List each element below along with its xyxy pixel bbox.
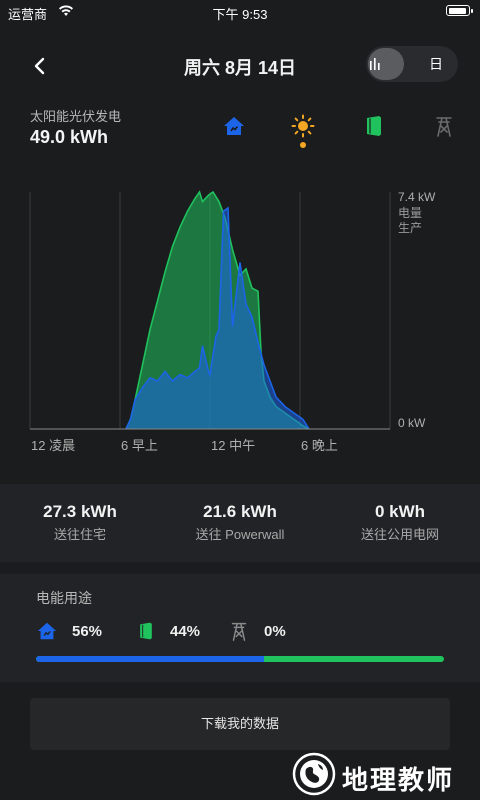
chart-view-button[interactable] xyxy=(368,48,404,80)
home-filter[interactable] xyxy=(222,114,246,138)
powerwall-filter[interactable] xyxy=(362,114,386,138)
usage-bar xyxy=(36,656,444,662)
usage-home: 56% xyxy=(36,618,102,644)
flow-value: 21.6 kWh xyxy=(203,502,277,521)
selected-indicator xyxy=(300,142,306,148)
solar-filter[interactable] xyxy=(291,114,315,138)
x-tick-label-2: 12 中午 xyxy=(211,438,255,453)
grid-tower-icon xyxy=(436,117,452,137)
download-data-button[interactable]: 下载我的数据 xyxy=(30,698,450,750)
y-axis-title-line-1: 生产 xyxy=(398,221,422,235)
y-axis-title-line-0: 电量 xyxy=(398,206,422,220)
house-icon xyxy=(224,117,244,135)
flow-label: 送往 Powerwall xyxy=(195,527,285,542)
usage-grid: 0% xyxy=(228,618,286,644)
y-tick-label-0: 7.4 kW xyxy=(398,190,436,204)
energy-flows: 27.3 kWh 送往住宅 21.6 kWh 送往 Powerwall 0 kW… xyxy=(0,484,480,562)
usage-bar-home-fill xyxy=(36,656,265,662)
usage-home-pct: 56% xyxy=(72,622,103,640)
x-tick-label-0: 12 凌晨 xyxy=(31,438,75,453)
flow-label: 送往住宅 xyxy=(53,527,106,542)
chart-canvas: 12 凌晨 6 早上 12 中午 6 晚上 7.4 kW 0 kW 电量生产 xyxy=(29,190,436,453)
usage-heading: 电能用途 xyxy=(36,590,92,606)
bar-chart-icon xyxy=(370,58,380,70)
source-selector xyxy=(0,114,480,150)
flow-grid: 0 kWh 送往公用电网 xyxy=(320,502,480,543)
grid-filter[interactable] xyxy=(432,114,456,138)
flow-powerwall: 21.6 kWh 送往 Powerwall xyxy=(160,502,320,543)
usage-powerwall-pct: 44% xyxy=(170,622,201,640)
x-tick-label-3: 6 晚上 xyxy=(301,438,338,453)
status-time: 下午 9:53 xyxy=(212,7,268,22)
solar-chart: 12 凌晨 6 早上 12 中午 6 晚上 7.4 kW 0 kW 电量 生产 xyxy=(0,180,480,460)
battery-icon xyxy=(446,5,473,16)
flow-value: 27.3 kWh xyxy=(43,502,117,521)
flow-home: 27.3 kWh 送往住宅 xyxy=(0,502,160,543)
usage-powerwall: 44% xyxy=(136,618,200,644)
usage-grid-pct: 0% xyxy=(264,622,286,640)
status-bar: 运营商 下午 9:53 xyxy=(0,0,480,24)
header: 周六 8月 14日 日 xyxy=(0,44,480,88)
y-tick-label-1: 0 kW xyxy=(398,416,426,430)
energy-usage: 电能用途 56% 44% 0% xyxy=(0,574,480,682)
watermark: 地理教师 xyxy=(292,750,478,798)
flow-label: 送往公用电网 xyxy=(360,527,439,542)
grid-tower-icon xyxy=(231,622,247,641)
sun-icon xyxy=(291,114,315,138)
x-tick-label-1: 6 早上 xyxy=(121,438,158,453)
watermark-text: 地理教师 xyxy=(342,765,455,795)
house-icon xyxy=(37,622,57,640)
day-view-button[interactable]: 日 xyxy=(418,48,454,80)
usage-items: 56% 44% 0% xyxy=(36,618,456,644)
globe-logo-icon xyxy=(292,752,336,796)
view-toggle: 日 xyxy=(366,46,458,82)
powerwall-icon xyxy=(140,622,152,640)
powerwall-icon xyxy=(367,116,381,136)
flow-value: 0 kWh xyxy=(374,502,426,521)
